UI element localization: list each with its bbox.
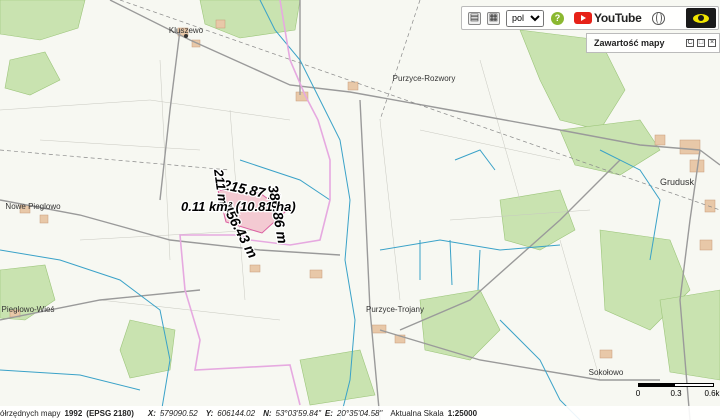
language-select[interactable]: pol xyxy=(506,9,544,27)
scale-segment-1 xyxy=(638,383,674,387)
panel-title: Zawartość mapy xyxy=(594,38,665,48)
status-bar: ółrzędnych mapy 1992 (EPSG 2180) X: 5790… xyxy=(0,406,720,420)
eye-icon xyxy=(693,13,709,23)
settlement-marker xyxy=(184,34,188,38)
x-label: X: xyxy=(147,408,156,418)
place-label-grudusk: Grudusk xyxy=(660,177,695,187)
youtube-link[interactable]: YouTube xyxy=(574,11,642,25)
place-label-purzyce-rozwory: Purzyce-Rozwory xyxy=(393,74,456,83)
globe-icon[interactable] xyxy=(652,11,666,25)
n-label: N: xyxy=(263,408,272,418)
scale-tick-2: 0.6k xyxy=(704,389,720,398)
panel-buttons: C □ × xyxy=(683,39,716,47)
scale-bar: 0 0.3 0.6k xyxy=(634,381,720,405)
x-value: 579090.52 xyxy=(159,408,198,418)
coord-system-code: 1992 xyxy=(64,408,83,418)
youtube-label: YouTube xyxy=(594,11,642,25)
panel-close-button[interactable]: × xyxy=(708,39,716,47)
y-label: Y: xyxy=(205,408,214,418)
place-label-sokolowo: Sokołowo xyxy=(589,368,624,377)
n-value: 53°03'59.84" xyxy=(275,408,321,418)
place-label-purzyce-trojany: Purzyce-Trojany xyxy=(366,305,424,314)
measurement-area: 0.11 km² (10.81 ha) xyxy=(181,199,296,214)
print-icon[interactable]: ▤ xyxy=(468,11,481,25)
map-toolbar: ▤ ▦ pol ? YouTube xyxy=(461,6,719,30)
eye-icon-button[interactable] xyxy=(686,8,716,28)
y-value: 606144.02 xyxy=(217,408,256,418)
scale-tick-1: 0.3 xyxy=(670,389,682,398)
map-canvas[interactable]: Kluszewo Purzyce-Rozwory Grudusk Nowe Pi… xyxy=(0,0,720,420)
scale-segment-2 xyxy=(674,383,714,387)
panel-maximize-button[interactable]: □ xyxy=(697,39,705,47)
place-label-kluszewo: Kluszewo xyxy=(169,26,204,35)
e-label: E: xyxy=(324,408,333,418)
youtube-play-icon xyxy=(574,12,592,24)
save-icon[interactable]: ▦ xyxy=(487,11,500,25)
scale-tick-0: 0 xyxy=(635,389,641,398)
coord-system-epsg: (EPSG 2180) xyxy=(86,408,134,418)
panel-refresh-button[interactable]: C xyxy=(686,39,694,47)
scale-value: 1:25000 xyxy=(447,408,478,418)
scale-label: Aktualna Skala xyxy=(390,408,444,418)
help-icon[interactable]: ? xyxy=(551,11,564,25)
coord-system-prefix: ółrzędnych mapy xyxy=(0,408,61,418)
map-contents-panel: Zawartość mapy C □ × xyxy=(586,33,720,53)
place-label-pieglowo-wies: Pieglowo-Wieś xyxy=(2,305,55,314)
place-label-nowe-pieglowo: Nowe Pieglowo xyxy=(5,202,61,211)
e-value: 20°35'04.58" xyxy=(336,408,383,418)
